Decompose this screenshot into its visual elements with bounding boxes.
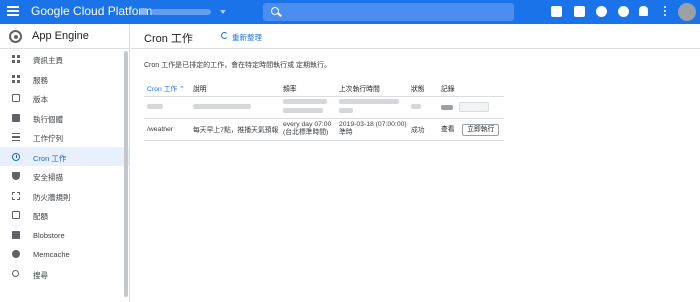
redacted-cell (144, 96, 190, 119)
chat-alert-icon[interactable] (596, 6, 607, 17)
sidebar-item-firewall-rules[interactable]: 防火牆規則 (0, 186, 129, 206)
page-description: Cron 工作是已排定的工作，會在特定時間執行或 定期執行。 (144, 62, 332, 69)
sidebar-item-dashboard[interactable]: 資訊主頁 (0, 49, 129, 69)
top-app-bar: Google Cloud Platform (0, 0, 700, 24)
table-header-row: Cron 工作 ⌃ 說明 頻率 上次執行時間 狀態 記錄 (144, 81, 504, 97)
redacted-cell (408, 96, 438, 119)
cron-frequency: every day 07:00 (台北標準時間) (280, 118, 336, 141)
redacted-cell (190, 96, 280, 119)
task-queue-icon (12, 133, 20, 141)
terminal-icon[interactable] (574, 6, 585, 17)
shield-icon (12, 172, 20, 180)
project-selector[interactable] (140, 7, 240, 17)
redacted-cell (438, 96, 504, 119)
sidebar-header: App Engine (0, 24, 129, 49)
cron-jobs-table: Cron 工作 ⌃ 說明 頻率 上次執行時間 狀態 記錄 /weather 每天… (144, 81, 504, 141)
cron-log-cell: 查看 立即執行 (438, 118, 504, 141)
cron-description: 每天早上7點，推播天氣預報 (190, 118, 280, 141)
sidebar-item-instances[interactable]: 執行個體 (0, 108, 129, 128)
app-title: App Engine (32, 30, 89, 42)
sidebar-item-memcache[interactable]: Memcache (0, 244, 129, 264)
sidebar-item-versions[interactable]: 版本 (0, 88, 129, 108)
versions-icon (12, 94, 20, 102)
sidebar-nav: 資訊主頁 服務 版本 執行個體 工作佇列 Cron 工作 安全掃描 防火牆規則 … (0, 49, 129, 283)
app-engine-icon (9, 30, 22, 43)
sidebar: App Engine 資訊主頁 服務 版本 執行個體 工作佇列 Cron 工作 … (0, 24, 130, 302)
column-header-cron-job[interactable]: Cron 工作 ⌃ (144, 81, 190, 97)
redacted-cell (336, 96, 408, 119)
column-header-last-run: 上次執行時間 (336, 81, 408, 97)
search-input[interactable] (263, 3, 514, 21)
firewall-icon (12, 191, 20, 200)
refresh-label: 重新整理 (232, 33, 262, 42)
brand-title[interactable]: Google Cloud Platform (31, 4, 152, 18)
menu-icon[interactable] (7, 6, 19, 18)
column-header-status: 狀態 (408, 81, 438, 97)
sidebar-item-quotas[interactable]: 配額 (0, 205, 129, 225)
gift-icon[interactable] (551, 6, 562, 17)
quota-icon (12, 211, 20, 219)
column-header-frequency: 頻率 (280, 81, 336, 97)
search-icon (271, 7, 279, 15)
cron-last-run: 2019-03-18 (07:00:00) 準時 (336, 118, 408, 141)
search-icon (12, 269, 19, 277)
instances-icon (12, 113, 20, 122)
view-log-link[interactable]: 查看 (441, 126, 455, 133)
avatar[interactable] (678, 3, 696, 21)
page-header: Cron 工作 重新整理 (131, 24, 700, 49)
blobstore-icon (12, 230, 20, 239)
help-icon[interactable] (618, 6, 629, 17)
column-header-description: 說明 (190, 81, 280, 97)
column-header-log: 記錄 (438, 81, 504, 97)
main-content: Cron 工作 重新整理 Cron 工作是已排定的工作，會在特定時間執行或 定期… (131, 24, 700, 302)
services-icon (12, 74, 20, 83)
redacted-cell (280, 96, 336, 119)
sidebar-item-security-scans[interactable]: 安全掃描 (0, 166, 129, 186)
chevron-down-icon (220, 10, 226, 14)
notifications-icon[interactable] (639, 6, 648, 16)
project-name-redacted (151, 9, 211, 15)
clock-icon (12, 152, 20, 161)
dashboard-icon (12, 55, 20, 63)
sidebar-scrollbar[interactable] (124, 51, 128, 297)
cron-path: /weather (144, 118, 190, 141)
more-vert-icon[interactable] (659, 6, 670, 17)
sidebar-item-services[interactable]: 服務 (0, 69, 129, 89)
sidebar-item-cron-jobs[interactable]: Cron 工作 (0, 146, 129, 166)
sidebar-item-search[interactable]: 搜尋 (0, 264, 129, 284)
cron-status: 成功 (408, 118, 438, 141)
memcache-icon (12, 250, 20, 258)
refresh-icon (221, 32, 228, 39)
table-row-redacted (144, 96, 504, 119)
sidebar-item-blobstore[interactable]: Blobstore (0, 225, 129, 245)
table-row: /weather 每天早上7點，推播天氣預報 every day 07:00 (台… (144, 118, 504, 141)
page-title: Cron 工作 (144, 33, 193, 45)
sidebar-item-task-queues[interactable]: 工作佇列 (0, 127, 129, 147)
sort-ascending-icon: ⌃ (179, 86, 185, 94)
run-now-button[interactable]: 立即執行 (462, 123, 500, 136)
project-icon (140, 8, 147, 15)
